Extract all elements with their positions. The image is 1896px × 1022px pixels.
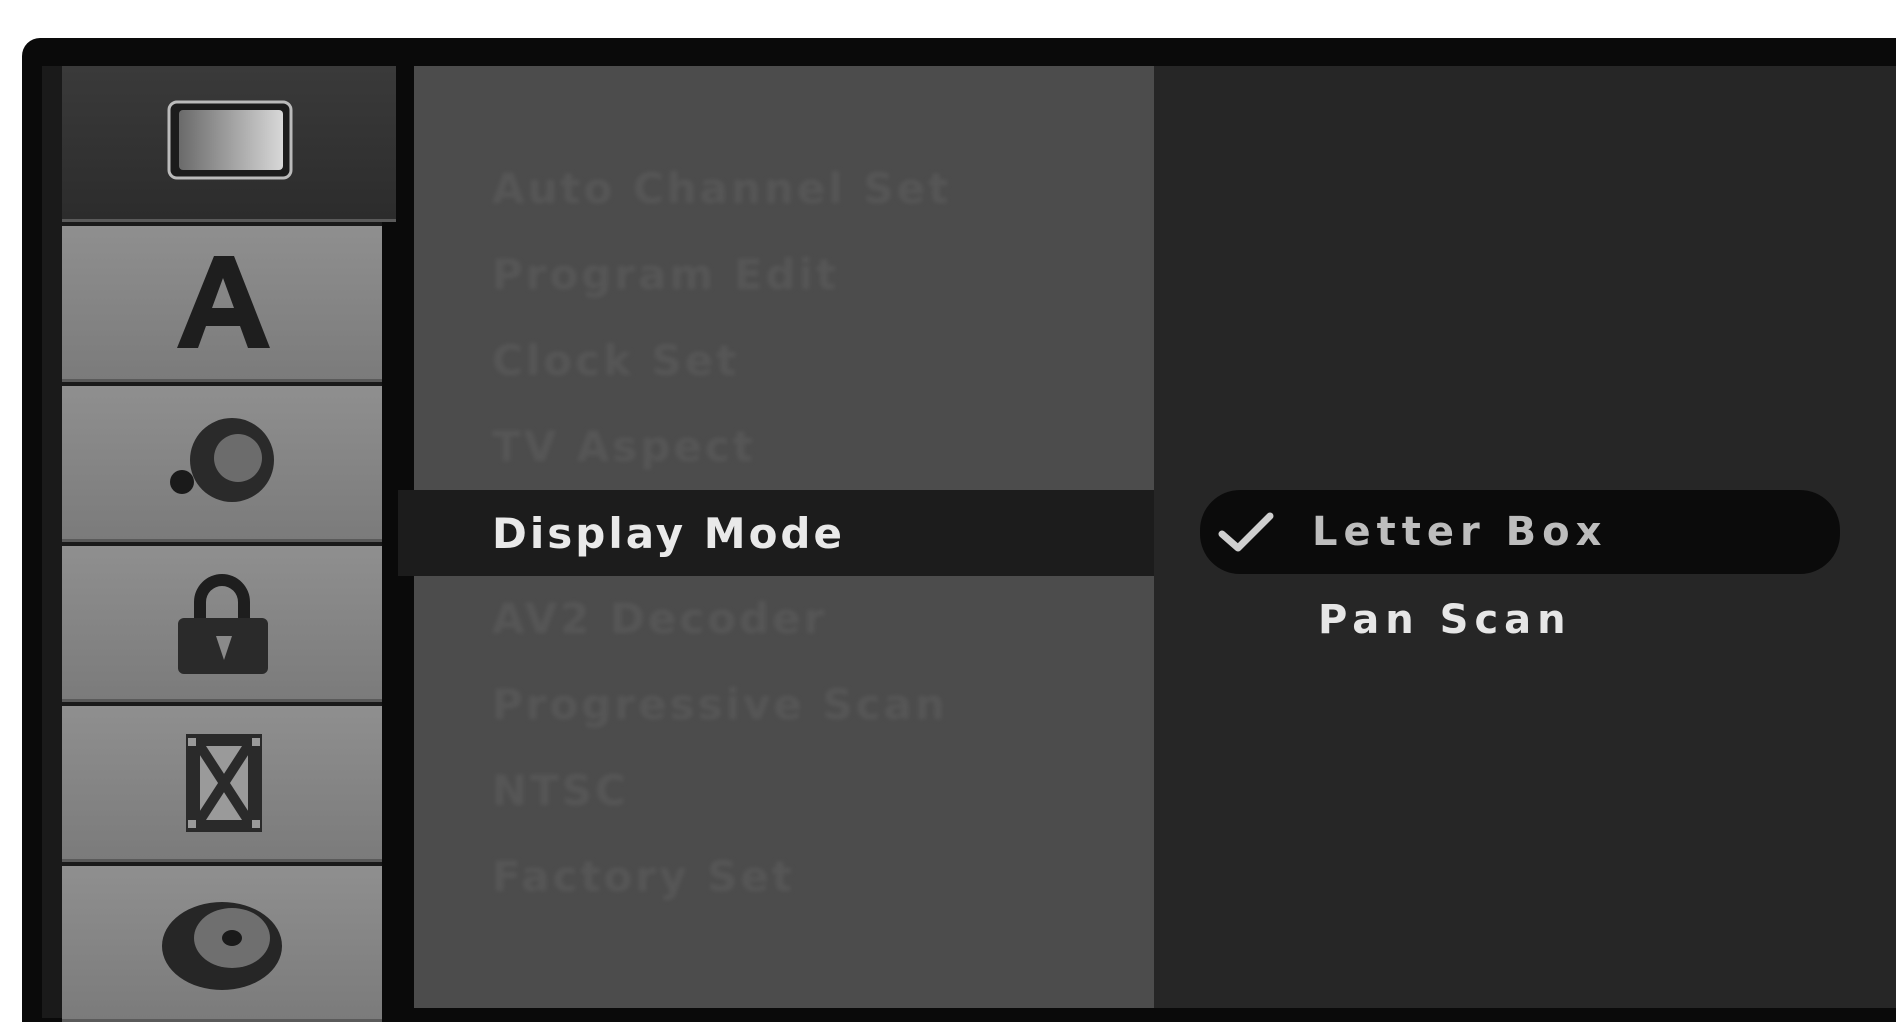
option-pan-scan[interactable]: Pan Scan bbox=[1206, 578, 1826, 662]
option-label: Letter Box bbox=[1312, 509, 1608, 555]
menu-item[interactable]: Factory Set bbox=[414, 836, 1154, 916]
category-lock[interactable] bbox=[62, 546, 382, 702]
language-icon bbox=[177, 255, 270, 348]
category-sidebar bbox=[42, 66, 396, 1022]
menu-item[interactable]: Auto Channel Set bbox=[414, 148, 1154, 228]
lock-icon bbox=[178, 573, 268, 674]
checkmark-icon bbox=[1206, 510, 1286, 554]
menu-item-display-mode[interactable]: Display Mode bbox=[398, 490, 1154, 576]
option-letter-box[interactable]: Letter Box bbox=[1200, 490, 1840, 574]
audio-icon bbox=[170, 417, 274, 502]
menu-item[interactable]: TV Aspect bbox=[414, 406, 1154, 486]
option-label: Pan Scan bbox=[1318, 597, 1572, 643]
display-mode-options: Letter Box Pan Scan bbox=[1154, 66, 1896, 1008]
category-audio[interactable] bbox=[62, 386, 382, 542]
menu-item[interactable]: AV2 Decoder bbox=[414, 578, 1154, 658]
category-language[interactable] bbox=[62, 226, 382, 382]
menu-item[interactable]: Program Edit bbox=[414, 234, 1154, 314]
setup-menu-list: Auto Channel Set Program Edit Clock Set … bbox=[398, 66, 1154, 1008]
recording-icon bbox=[186, 733, 262, 832]
category-disc[interactable] bbox=[62, 866, 382, 1022]
menu-item[interactable]: NTSC bbox=[414, 750, 1154, 830]
category-recording[interactable] bbox=[62, 706, 382, 862]
menu-item[interactable]: Clock Set bbox=[414, 320, 1154, 400]
setup-menu-screen: Auto Channel Set Program Edit Clock Set … bbox=[22, 38, 1896, 1022]
disc-icon bbox=[162, 901, 282, 990]
display-setup-icon bbox=[167, 100, 293, 179]
category-display[interactable] bbox=[62, 66, 396, 222]
menu-item[interactable]: Progressive Scan bbox=[414, 664, 1154, 744]
